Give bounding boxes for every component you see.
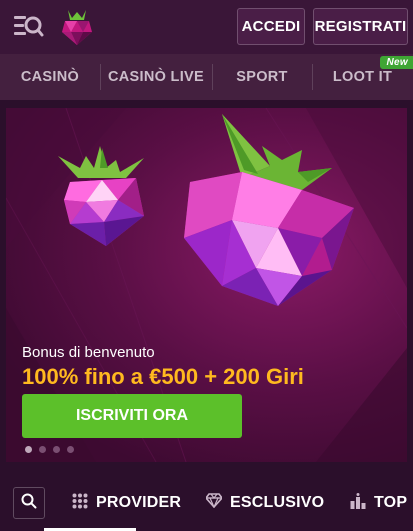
filter-exclusive[interactable]: ESCLUSIVO xyxy=(204,487,325,519)
signup-cta-button[interactable]: ISCRIVITI ORA xyxy=(22,394,242,438)
hero-title: 100% fino a €500 + 200 Giri xyxy=(22,364,304,389)
filter-top-label: TOP xyxy=(374,494,408,511)
carousel-dots xyxy=(25,446,74,453)
carousel-dot-2[interactable] xyxy=(39,446,46,453)
raspberry-gem-small xyxy=(58,146,144,246)
tab-loot-it-label: LOOT IT xyxy=(332,69,393,85)
filter-provider[interactable]: PROVIDER xyxy=(72,487,181,519)
tab-casino-live[interactable]: CASINÒ LIVE xyxy=(100,54,212,100)
hero-banner[interactable]: Bonus di benvenuto 100% fino a €500 + 20… xyxy=(6,108,407,462)
tab-casino-label: CASINÒ xyxy=(20,69,80,85)
filter-provider-label: PROVIDER xyxy=(96,494,182,511)
raspberry-gem-large xyxy=(184,114,354,306)
tab-sport-label: SPORT xyxy=(236,69,288,85)
carousel-dot-1[interactable] xyxy=(25,446,32,453)
search-icon xyxy=(21,493,37,514)
filter-top[interactable]: TOP xyxy=(350,487,407,519)
tab-casino-live-label: CASINÒ LIVE xyxy=(108,69,204,85)
podium-icon xyxy=(350,492,366,514)
search-button[interactable] xyxy=(13,487,45,519)
category-nav: CASINÒ CASINÒ LIVE SPORT LOOT IT New xyxy=(0,54,413,100)
tab-sport[interactable]: SPORT xyxy=(212,54,312,100)
carousel-dot-3[interactable] xyxy=(53,446,60,453)
tab-loot-it[interactable]: LOOT IT New xyxy=(312,54,413,100)
new-badge: New xyxy=(379,56,413,69)
diamond-icon xyxy=(204,493,224,513)
register-button[interactable]: REGISTRATI xyxy=(313,8,408,45)
hero-subtitle: Bonus di benvenuto xyxy=(22,344,155,361)
top-header: ACCEDI REGISTRATI xyxy=(0,0,413,54)
menu-search-icon[interactable] xyxy=(12,12,44,40)
game-filter-bar: PROVIDER ESCLUSIVO TOP xyxy=(0,477,413,531)
grid-icon xyxy=(72,493,88,514)
tab-casino[interactable]: CASINÒ xyxy=(0,54,100,100)
raspberry-logo[interactable] xyxy=(60,8,94,46)
login-button[interactable]: ACCEDI xyxy=(237,8,305,45)
filter-exclusive-label: ESCLUSIVO xyxy=(230,494,325,511)
carousel-dot-4[interactable] xyxy=(67,446,74,453)
